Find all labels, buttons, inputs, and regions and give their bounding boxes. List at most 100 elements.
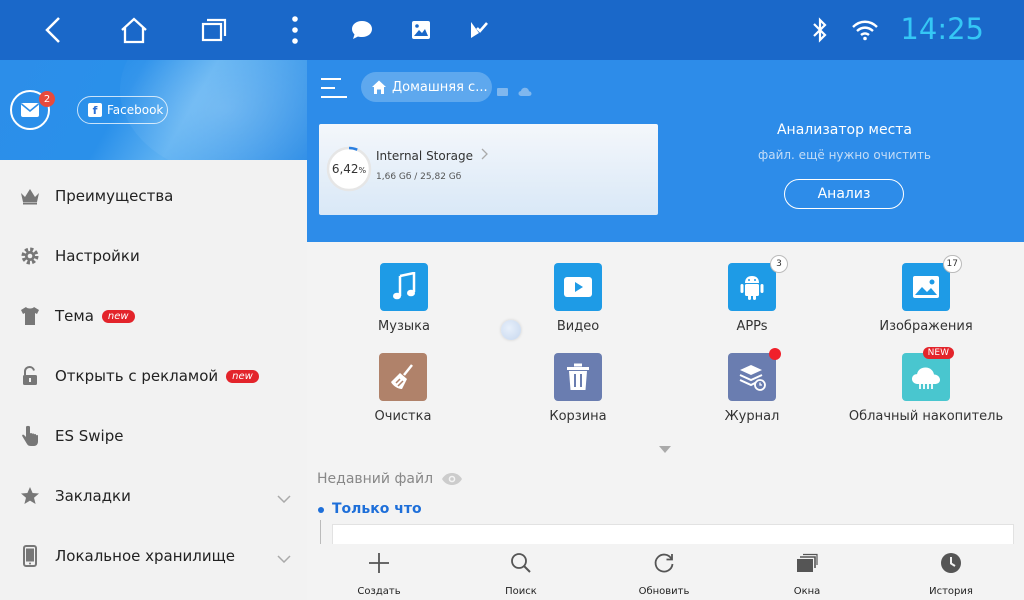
- toolbar-label: Поиск: [505, 586, 537, 597]
- wifi-icon: [852, 20, 878, 41]
- category-trash[interactable]: Корзина: [498, 353, 658, 424]
- new-badge: NEW: [922, 347, 954, 359]
- storage-usage: 1,66 Gб / 25,82 Gб: [376, 172, 462, 182]
- caret-down-icon: [659, 446, 671, 453]
- breadcrumb[interactable]: Домашняя с...: [361, 72, 492, 102]
- windows-icon: [797, 553, 818, 572]
- images-count-badge: 17: [942, 255, 962, 273]
- menu-button[interactable]: [321, 76, 347, 100]
- history-button[interactable]: История: [911, 550, 991, 597]
- sidebar-item-es-swipe[interactable]: ES Swipe: [0, 406, 307, 466]
- recent-apps-button[interactable]: [194, 10, 234, 50]
- apps-tile: 3: [728, 255, 788, 311]
- system-status-bar: 14:25: [0, 0, 1024, 60]
- category-label: Облачный накопитель: [848, 409, 1004, 424]
- facebook-button[interactable]: f Facebook: [77, 96, 168, 124]
- navigation-drawer: 2 f Facebook Преимущества Настройки Тема…: [0, 60, 307, 600]
- expand-categories-button[interactable]: [659, 438, 671, 457]
- category-apps[interactable]: 3 APPs: [672, 255, 832, 334]
- category-cloud[interactable]: NEW Облачный накопитель: [846, 347, 1006, 424]
- chat-icon: [352, 21, 372, 39]
- eye-icon[interactable]: [441, 472, 463, 486]
- tasks-button[interactable]: [459, 10, 499, 50]
- breadcrumb-label: Домашняя с...: [392, 79, 488, 95]
- more-options-button[interactable]: [275, 10, 315, 50]
- sidebar-item-label: ES Swipe: [55, 427, 124, 445]
- category-cleaner[interactable]: Очистка: [323, 353, 483, 424]
- storage-title: Internal Storage: [376, 148, 489, 163]
- sidebar-item-settings[interactable]: Настройки: [0, 226, 307, 286]
- recent-files-label: Недавний файл: [317, 471, 434, 487]
- music-icon: [393, 272, 416, 300]
- sidebar-item-label: Тема: [55, 307, 94, 325]
- sidebar-item-premium[interactable]: Преимущества: [0, 166, 307, 226]
- video-icon: [564, 277, 592, 297]
- category-music[interactable]: Музыка: [324, 263, 484, 334]
- timeline-dot: [318, 507, 324, 513]
- sidebar-item-open-with-ads[interactable]: Открыть с рекламой new: [0, 346, 307, 406]
- recent-group-label: Только что: [332, 501, 422, 517]
- analyze-button[interactable]: Анализ: [784, 179, 904, 209]
- cloud-icon: [912, 367, 940, 389]
- chat-button[interactable]: [342, 10, 382, 50]
- sidebar-item-bookmarks[interactable]: Закладки: [0, 466, 307, 526]
- picture-icon: [913, 276, 939, 298]
- sidebar-item-local-storage[interactable]: Локальное хранилище: [0, 526, 307, 586]
- swipe-hand-icon: [19, 425, 41, 447]
- refresh-icon: [654, 553, 674, 573]
- cloud-small-icon: [518, 87, 532, 96]
- phone-icon: [19, 545, 41, 567]
- facebook-label: Facebook: [107, 103, 164, 117]
- sidebar-item-label: Открыть с рекламой: [55, 367, 219, 385]
- sidebar-item-label: Преимущества: [55, 187, 174, 205]
- crown-icon: [19, 185, 41, 207]
- shirt-icon: [19, 305, 41, 327]
- gallery-button[interactable]: [401, 10, 441, 50]
- more-vert-icon: [292, 16, 298, 44]
- back-button[interactable]: [34, 10, 74, 50]
- cleaner-tile: [379, 353, 427, 401]
- window-small-icon: [497, 88, 508, 96]
- bluetooth-indicator: [800, 10, 840, 50]
- sidebar-item-theme[interactable]: Тема new: [0, 286, 307, 346]
- bluetooth-icon: [813, 17, 827, 43]
- category-label: Изображения: [879, 319, 973, 334]
- new-badge: new: [101, 309, 135, 323]
- drawer-menu: Преимущества Настройки Тема new Открыть …: [0, 166, 307, 586]
- search-button[interactable]: Поиск: [481, 550, 561, 597]
- bottom-toolbar: Создать Поиск Обновить Окна История: [307, 544, 1024, 600]
- recent-apps-icon: [201, 18, 227, 42]
- sidebar-item-label: Настройки: [55, 247, 140, 265]
- category-log[interactable]: Журнал: [672, 348, 832, 424]
- mail-icon: [20, 103, 40, 117]
- storage-percent-value: 6,42: [331, 162, 359, 176]
- windows-button[interactable]: Окна: [767, 550, 847, 597]
- home-icon: [372, 80, 386, 94]
- trash-icon: [567, 363, 589, 390]
- notification-dot: [769, 348, 781, 360]
- android-icon: [740, 276, 764, 300]
- toolbar-label: Обновить: [638, 586, 690, 597]
- refresh-button[interactable]: Обновить: [624, 550, 704, 597]
- history-icon: [941, 553, 961, 573]
- facebook-icon: f: [88, 103, 102, 117]
- category-images[interactable]: 17 Изображения: [846, 255, 1006, 334]
- category-grid: Музыка Видео 3 APPs 17 Изображения Очист…: [307, 242, 1024, 462]
- category-video[interactable]: Видео: [498, 263, 658, 334]
- storage-header: Домашняя с... 6,42% Internal Storage 1,6…: [307, 60, 1024, 242]
- chevron-down-icon[interactable]: [277, 488, 291, 507]
- unlock-icon: [19, 365, 41, 387]
- storage-percent-sign: %: [358, 165, 367, 175]
- hamburger-icon: [321, 78, 347, 98]
- drawer-header: 2 f Facebook: [0, 60, 307, 160]
- internal-storage-card[interactable]: 6,42% Internal Storage 1,66 Gб / 25,82 G…: [319, 124, 658, 215]
- toolbar-label: Создать: [357, 586, 401, 597]
- wifi-indicator: [845, 10, 885, 50]
- clock: 14:25: [900, 12, 984, 46]
- main-content: Домашняя с... 6,42% Internal Storage 1,6…: [307, 60, 1024, 600]
- new-badge: new: [226, 369, 259, 383]
- home-button[interactable]: [114, 10, 154, 50]
- video-tile: [554, 263, 602, 311]
- chevron-down-icon[interactable]: [277, 548, 291, 567]
- create-button[interactable]: Создать: [339, 550, 419, 597]
